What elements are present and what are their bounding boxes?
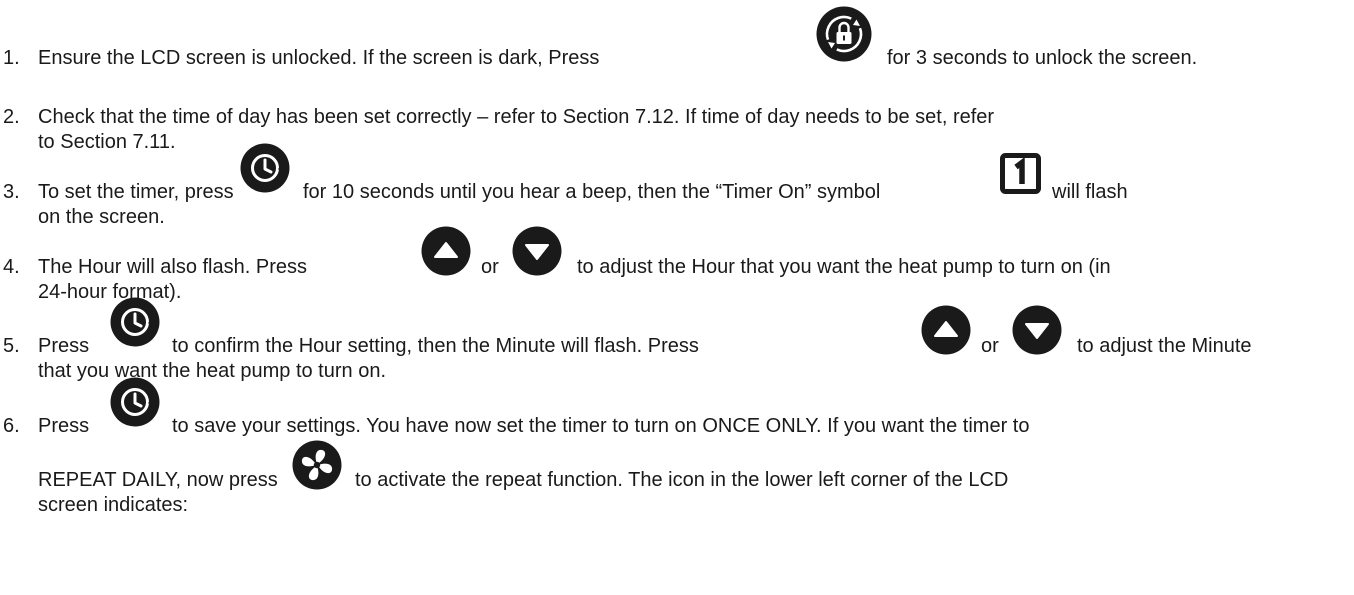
timer-clock-icon xyxy=(240,143,290,193)
step-number: 6. xyxy=(3,415,20,437)
up-arrow-icon xyxy=(921,305,971,355)
step-text: for 3 seconds to unlock the screen. xyxy=(887,47,1198,69)
step-text: Check that the time of day has been set … xyxy=(38,106,995,128)
step-text: To set the timer, press xyxy=(38,181,234,203)
down-arrow-icon xyxy=(512,226,562,276)
step-number: 2. xyxy=(3,106,20,128)
step-text: that you want the heat pump to turn on. xyxy=(38,360,387,382)
step-text: to adjust the Minute xyxy=(1077,335,1252,357)
up-arrow-icon xyxy=(421,226,471,276)
step-text: The Hour will also flash. Press xyxy=(38,256,307,278)
step-text: Press xyxy=(38,335,90,357)
fan-icon xyxy=(292,440,342,490)
step-number: 3. xyxy=(3,181,20,203)
step-text: REPEAT DAILY, now press xyxy=(38,469,278,491)
timer-on-symbol-icon xyxy=(1000,153,1041,194)
step-number: 4. xyxy=(3,256,20,278)
timer-clock-icon xyxy=(110,297,160,347)
step-text: to adjust the Hour that you want the hea… xyxy=(577,256,1111,278)
step-text: to activate the repeat function. The ico… xyxy=(355,469,1009,491)
step-text: Press xyxy=(38,415,90,437)
lock-rotate-icon xyxy=(816,6,872,62)
step-text: to save your settings. You have now set … xyxy=(172,415,1030,437)
step-number: 5. xyxy=(3,335,20,357)
step-text: to confirm the Hour setting, then the Mi… xyxy=(172,335,699,357)
or-text: or xyxy=(481,256,499,278)
step-text: to Section 7.11. xyxy=(38,131,176,153)
down-arrow-icon xyxy=(1012,305,1062,355)
step-text: on the screen. xyxy=(38,206,165,228)
step-text: for 10 seconds until you hear a beep, th… xyxy=(303,181,881,203)
timer-clock-icon xyxy=(110,377,160,427)
step-text: screen indicates: xyxy=(38,494,189,516)
step-text: Ensure the LCD screen is unlocked. If th… xyxy=(38,47,600,69)
step-number: 1. xyxy=(3,47,20,69)
or-text: or xyxy=(981,335,999,357)
step-text: will flash xyxy=(1052,181,1128,203)
